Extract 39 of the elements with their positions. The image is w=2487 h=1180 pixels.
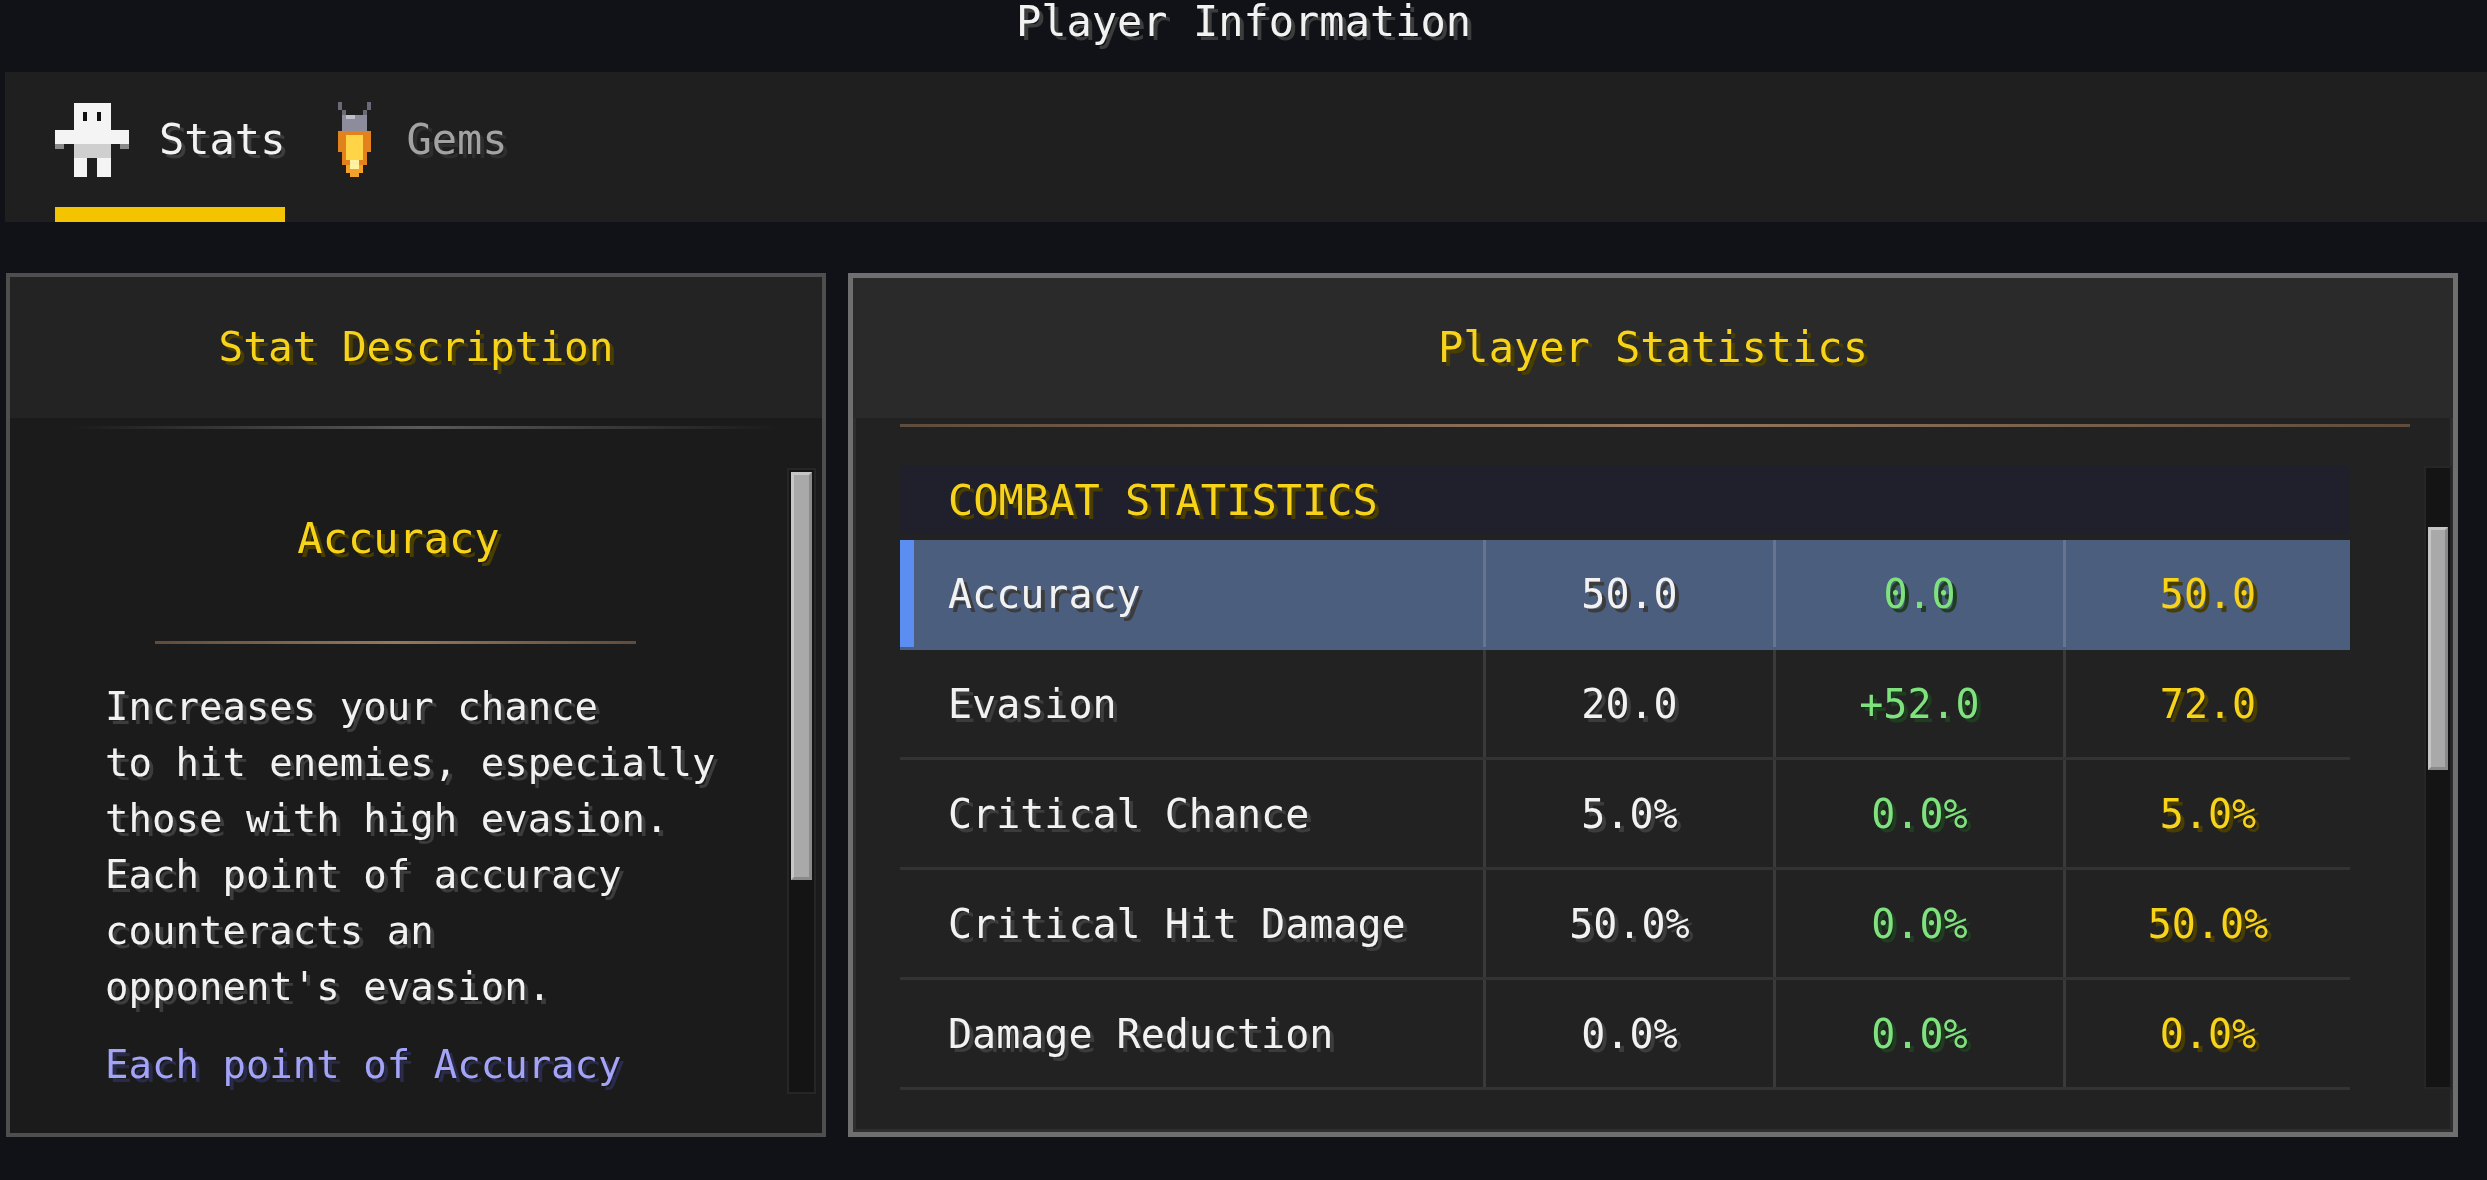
table-cell: 5.0% xyxy=(2063,760,2350,867)
panel-title: Player Statistics xyxy=(1438,324,1868,372)
table-cell: 50.0% xyxy=(1483,870,1773,977)
table-row[interactable]: Evasion 20.0 +52.0 72.0 xyxy=(900,650,2350,760)
table-cell: 0.0% xyxy=(1773,760,2063,867)
table-cell-text: Evasion xyxy=(947,679,1118,729)
panel-title: Stat Description xyxy=(218,324,614,371)
table-row[interactable]: Critical Hit Damage 50.0% 0.0% 50.0% xyxy=(900,870,2350,980)
table-cell: 0.0% xyxy=(2063,980,2350,1087)
window-title: Player Information xyxy=(1015,0,1472,44)
scrollbar-thumb[interactable] xyxy=(791,472,812,880)
table-cell-text: Damage Reduction xyxy=(947,1009,1335,1059)
scrollbar-track[interactable] xyxy=(787,468,816,1094)
table-row[interactable]: Accuracy 50.0 0.0 50.0 xyxy=(900,540,2350,650)
stat-note: Each point of Accuracy xyxy=(105,1043,623,1087)
table-cell-text: Critical Chance xyxy=(947,789,1311,839)
table-cell: 72.0 xyxy=(2063,650,2350,757)
table-cell: 50.0 xyxy=(2063,540,2350,647)
table-cell: 0.0 xyxy=(1773,540,2063,647)
table-row[interactable]: Damage Reduction 0.0% 0.0% 0.0% xyxy=(900,980,2350,1090)
tab[interactable]: Gems xyxy=(333,72,508,222)
scrollbar-thumb[interactable] xyxy=(2428,527,2448,770)
table-cell-text: Critical Hit Damage xyxy=(947,899,1407,949)
table-cell: 0.0% xyxy=(1773,980,2063,1087)
table-cell: 50.0 xyxy=(1483,540,1773,647)
section-header: COMBAT STATISTICS xyxy=(900,466,2350,534)
table-cell: 0.0% xyxy=(1773,870,2063,977)
stat-description: Increases your chance to hit enemies, especially those with high evasion. Each point of accuracy counteracts an opponent's evasion. xyxy=(105,683,717,1011)
person-icon xyxy=(55,102,129,177)
table-cell: 5.0% xyxy=(1483,760,1773,867)
table-cell-text: Accuracy xyxy=(947,569,1142,619)
table-cell: 50.0% xyxy=(2063,870,2350,977)
stat-name: Accuracy xyxy=(297,514,500,564)
table-cell: 0.0% xyxy=(1483,980,1773,1087)
scrollbar-track[interactable] xyxy=(2424,466,2452,1089)
table-cell: +52.0 xyxy=(1773,650,2063,757)
table-row[interactable]: Critical Chance 5.0% 0.0% 5.0% xyxy=(900,760,2350,870)
table-cell: 20.0 xyxy=(1483,650,1773,757)
tab[interactable]: Stats xyxy=(55,72,286,222)
